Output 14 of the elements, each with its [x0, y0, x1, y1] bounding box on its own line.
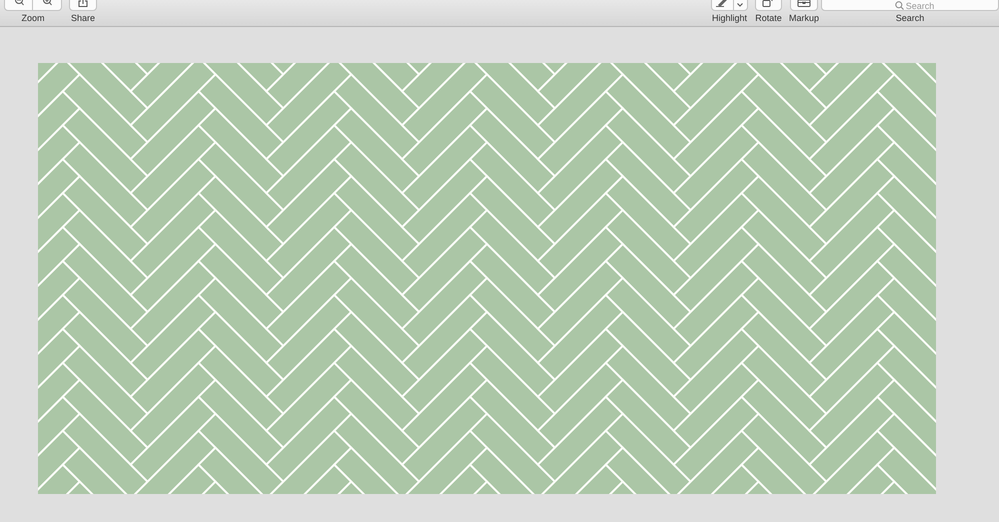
toolbar-label: Highlight [712, 13, 747, 24]
toolbar-label: Zoom [21, 13, 44, 24]
search-field[interactable]: Search [821, 0, 999, 11]
zoom-out-icon [14, 0, 24, 7]
toolbar-label: Rotate [755, 13, 782, 24]
search-icon [895, 1, 904, 10]
caret-icon [737, 3, 744, 7]
toolbar-label: Markup [788, 13, 819, 24]
share-icon [78, 0, 88, 7]
pen-icon [716, 0, 729, 7]
zoom-in-icon [42, 0, 52, 7]
toolbar-label: Share [70, 13, 96, 24]
toolbox-icon [796, 0, 811, 7]
toolbar-label: Search [896, 13, 924, 24]
